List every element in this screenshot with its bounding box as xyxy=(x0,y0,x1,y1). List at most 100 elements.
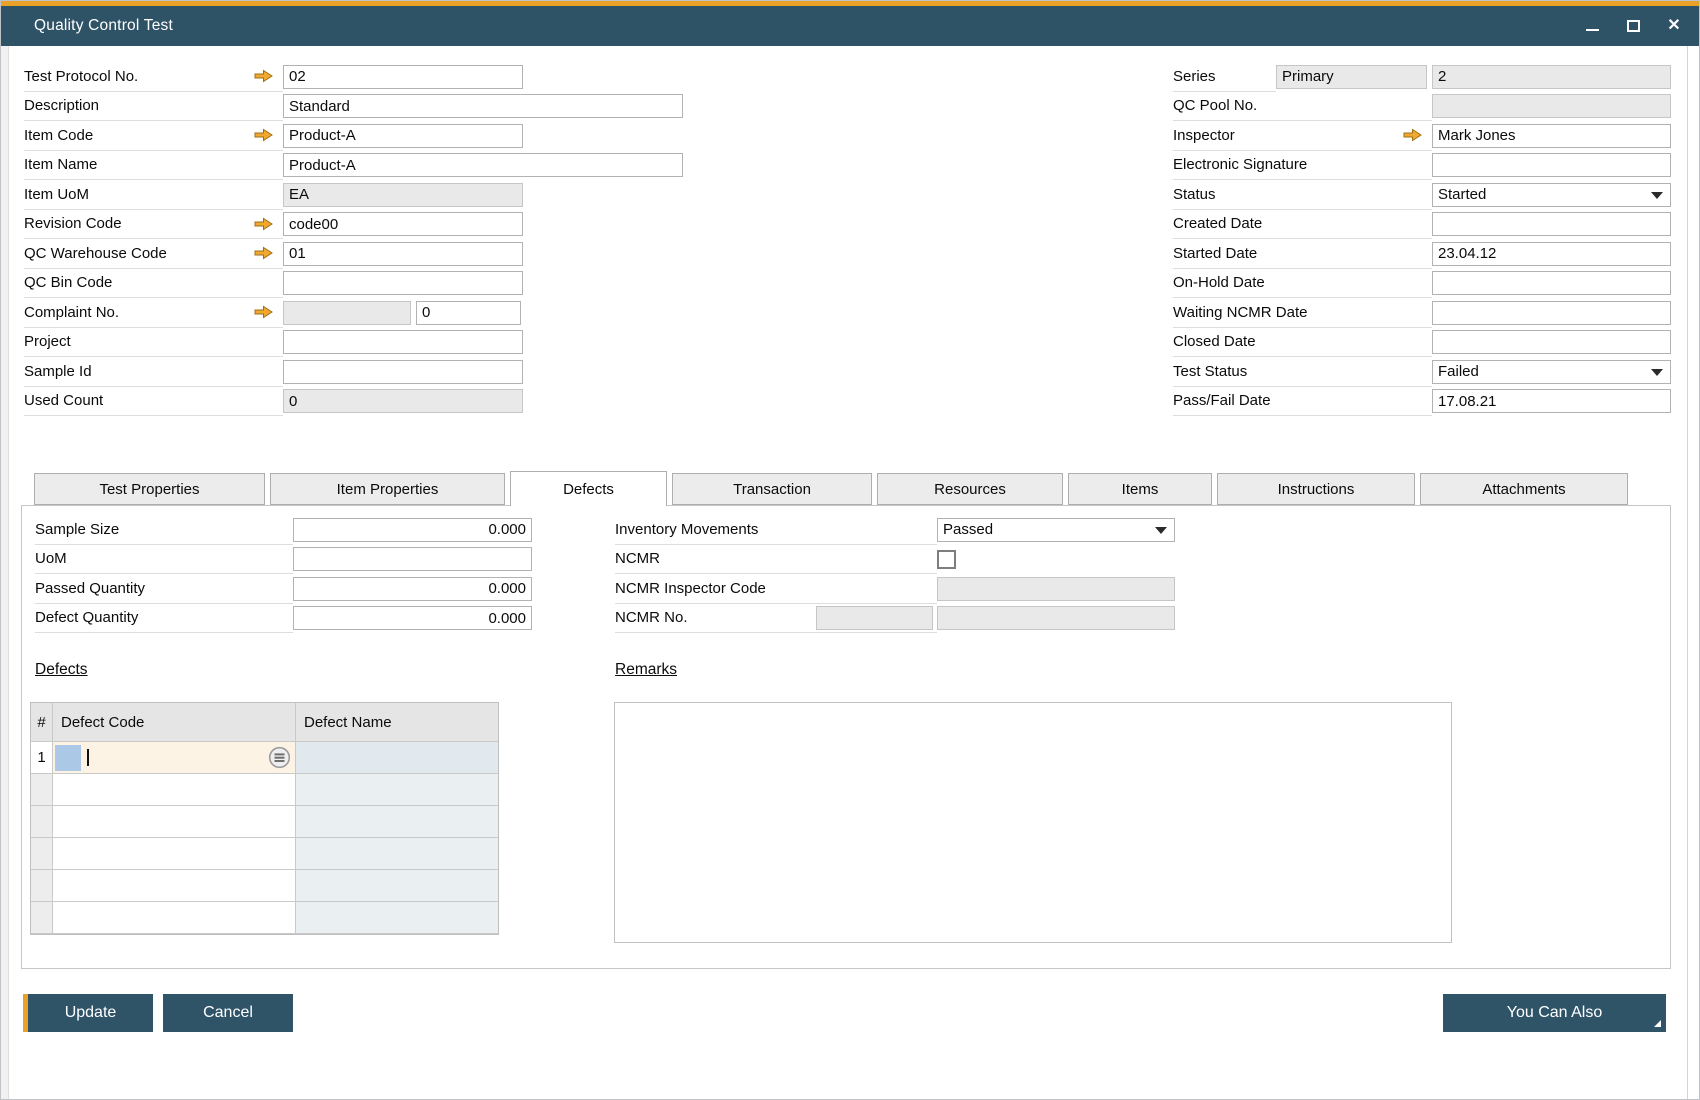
tab-instructions[interactable]: Instructions xyxy=(1217,473,1415,505)
item-code-input[interactable]: Product-A xyxy=(283,124,523,148)
table-row xyxy=(31,870,498,902)
status-label: Status xyxy=(1173,186,1216,203)
inventory-movements-select[interactable]: Passed xyxy=(937,518,1175,542)
defect-code-cell[interactable] xyxy=(53,902,296,934)
test-status-label: Test Status xyxy=(1173,363,1247,380)
chevron-down-icon xyxy=(1651,192,1663,199)
link-arrow-icon[interactable] xyxy=(1403,129,1422,142)
ncmr-checkbox[interactable] xyxy=(937,550,956,569)
defects-link[interactable]: Defects xyxy=(35,661,88,679)
tab-resources[interactable]: Resources xyxy=(877,473,1063,505)
defect-code-cell[interactable] xyxy=(53,806,296,838)
form-row: Defect Quantity 0.000 xyxy=(35,604,532,634)
table-row xyxy=(31,902,498,934)
quality-control-test-window: Quality Control Test ✕ Test Protocol No.… xyxy=(0,0,1700,1100)
tab-defects[interactable]: Defects xyxy=(510,471,667,506)
defect-code-cell[interactable] xyxy=(53,838,296,870)
sample-id-input[interactable] xyxy=(283,360,523,384)
form-row: Revision Code code00 xyxy=(24,210,683,240)
chevron-down-icon xyxy=(1155,527,1167,534)
defect-quantity-input[interactable]: 0.000 xyxy=(293,606,532,630)
passed-quantity-input[interactable]: 0.000 xyxy=(293,577,532,601)
form-row: Closed Date xyxy=(1173,328,1671,358)
tab-transaction[interactable]: Transaction xyxy=(672,473,872,505)
maximize-icon[interactable] xyxy=(1624,17,1642,35)
qc-warehouse-code-input[interactable]: 01 xyxy=(283,242,523,266)
titlebar[interactable]: Quality Control Test ✕ xyxy=(1,6,1699,46)
you-can-also-button[interactable]: You Can Also xyxy=(1443,994,1666,1032)
qc-bin-code-input[interactable] xyxy=(283,271,523,295)
link-arrow-icon[interactable] xyxy=(254,70,273,83)
defects-tab-panel: Sample Size 0.000 UoM Passed Quantity 0.… xyxy=(21,505,1671,969)
uom-input[interactable] xyxy=(293,547,532,571)
text-cursor xyxy=(87,749,89,766)
description-label: Description xyxy=(24,97,99,114)
test-protocol-input[interactable]: 02 xyxy=(283,65,523,89)
form-row: Started Date 23.04.12 xyxy=(1173,239,1671,269)
closed-date-input[interactable] xyxy=(1432,330,1671,354)
cell-selection-block xyxy=(55,745,81,771)
cancel-button[interactable]: Cancel xyxy=(163,994,293,1032)
created-date-input[interactable] xyxy=(1432,212,1671,236)
pass-fail-date-input[interactable]: 17.08.21 xyxy=(1432,389,1671,413)
close-icon[interactable]: ✕ xyxy=(1665,17,1683,35)
defect-quantity-label: Defect Quantity xyxy=(35,609,138,626)
table-row xyxy=(31,774,498,806)
defect-code-cell[interactable] xyxy=(53,742,296,774)
revision-code-input[interactable]: code00 xyxy=(283,212,523,236)
description-input[interactable]: Standard xyxy=(283,94,683,118)
form-row: Test Protocol No. 02 xyxy=(24,62,683,92)
row-number-cell[interactable]: 1 xyxy=(31,742,53,774)
quantities-group: Sample Size 0.000 UoM Passed Quantity 0.… xyxy=(35,515,532,633)
table-row xyxy=(31,806,498,838)
item-name-label: Item Name xyxy=(24,156,97,173)
tab-strip: Test Properties Item Properties Defects … xyxy=(34,471,1628,506)
form-row: QC Pool No. xyxy=(1173,92,1671,122)
ncmr-label: NCMR xyxy=(615,550,660,567)
electronic-signature-input[interactable] xyxy=(1432,153,1671,177)
waiting-ncmr-date-input[interactable] xyxy=(1432,301,1671,325)
project-input[interactable] xyxy=(283,330,523,354)
ncmr-inspector-code-label: NCMR Inspector Code xyxy=(615,580,766,597)
window-title: Quality Control Test xyxy=(34,17,173,35)
column-header-num: # xyxy=(31,703,53,742)
link-arrow-icon[interactable] xyxy=(254,247,273,260)
form-row: Series Primary 2 xyxy=(1173,62,1671,92)
defect-name-cell xyxy=(296,774,498,806)
inspector-input[interactable]: Mark Jones xyxy=(1432,124,1671,148)
defect-code-cell[interactable] xyxy=(53,774,296,806)
link-arrow-icon[interactable] xyxy=(254,129,273,142)
form-row: Test Status Failed xyxy=(1173,357,1671,387)
tab-items[interactable]: Items xyxy=(1068,473,1212,505)
qc-warehouse-code-label: QC Warehouse Code xyxy=(24,245,167,262)
on-hold-date-input[interactable] xyxy=(1432,271,1671,295)
link-arrow-icon[interactable] xyxy=(254,306,273,319)
test-protocol-label: Test Protocol No. xyxy=(24,68,138,85)
minimize-icon[interactable] xyxy=(1583,17,1601,35)
tab-item-properties[interactable]: Item Properties xyxy=(270,473,505,505)
complaint-no-input[interactable]: 0 xyxy=(416,301,521,325)
dropdown-corner-icon xyxy=(1654,1020,1661,1027)
test-status-select[interactable]: Failed xyxy=(1432,360,1671,384)
header-form-right: Series Primary 2 QC Pool No. Inspector M… xyxy=(1173,62,1671,416)
update-button[interactable]: Update xyxy=(23,994,153,1032)
choose-from-list-icon[interactable] xyxy=(268,746,291,769)
defect-code-cell[interactable] xyxy=(53,870,296,902)
defect-name-cell[interactable] xyxy=(296,742,498,774)
form-row: NCMR xyxy=(615,545,1175,575)
remarks-textarea[interactable] xyxy=(614,702,1452,943)
started-date-label: Started Date xyxy=(1173,245,1257,262)
table-row xyxy=(31,838,498,870)
started-date-input[interactable]: 23.04.12 xyxy=(1432,242,1671,266)
status-select[interactable]: Started xyxy=(1432,183,1671,207)
sample-size-input[interactable]: 0.000 xyxy=(293,518,532,542)
item-name-input[interactable]: Product-A xyxy=(283,153,683,177)
sample-size-label: Sample Size xyxy=(35,521,119,538)
remarks-link[interactable]: Remarks xyxy=(615,661,677,679)
tab-test-properties[interactable]: Test Properties xyxy=(34,473,265,505)
column-header-defect-code[interactable]: Defect Code xyxy=(53,703,296,742)
series-number-field: 2 xyxy=(1432,65,1671,89)
column-header-defect-name[interactable]: Defect Name xyxy=(296,703,498,742)
link-arrow-icon[interactable] xyxy=(254,217,273,230)
tab-attachments[interactable]: Attachments xyxy=(1420,473,1628,505)
